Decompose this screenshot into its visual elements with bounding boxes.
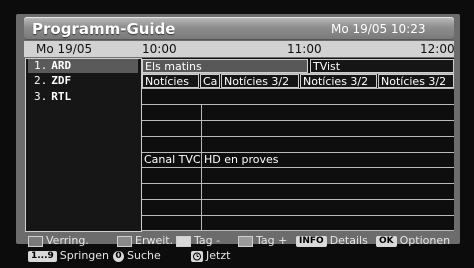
programme-noticies[interactable]: Notícies — [142, 74, 199, 88]
programme-noticies-3-2-b[interactable]: Notícies 3/2 — [300, 74, 377, 88]
channel-name: ZDF — [51, 74, 72, 87]
green-key-label: Erweit. — [135, 234, 174, 247]
blue-key-label: Tag + — [256, 234, 288, 247]
footer-ok[interactable]: OK Optionen — [376, 234, 450, 247]
zero-key-icon: 0 — [113, 250, 124, 262]
page-title: Programm-Guide — [32, 20, 176, 38]
digits-key-label: Springen — [59, 249, 110, 262]
programme-els-matins[interactable]: Els matins — [142, 59, 308, 73]
channel-number: 3. — [34, 90, 48, 103]
ok-key-label: Optionen — [399, 234, 451, 247]
channel-row-zdf[interactable]: 2. ZDF — [28, 74, 138, 88]
grid-line — [142, 120, 454, 121]
footer-blue[interactable]: Tag + — [238, 234, 287, 247]
footer-info[interactable]: INFO Details — [296, 234, 368, 247]
programme-canal-tvc[interactable]: Canal TVC — [142, 153, 201, 167]
grid-divider — [201, 104, 202, 230]
channel-row-ard[interactable]: 1. ARD — [28, 59, 138, 73]
time-label-1000: 10:00 — [142, 42, 177, 56]
current-datetime: Mo 19/05 10:23 — [331, 22, 426, 36]
grid-line — [142, 230, 454, 231]
programme-noticies-3-2-a[interactable]: Notícies 3/2 — [221, 74, 299, 88]
channel-number: 2. — [34, 74, 48, 87]
grid-line — [142, 136, 454, 137]
footer-digits[interactable]: 1...9 Springen — [28, 249, 109, 262]
digits-key-icon: 1...9 — [28, 250, 57, 262]
grid-line — [142, 199, 454, 200]
clock-icon — [193, 252, 201, 260]
channel-name: ARD — [51, 59, 72, 72]
info-key-label: Details — [329, 234, 368, 247]
channel-name: RTL — [51, 90, 72, 103]
header-date: Mo 19/05 — [36, 42, 93, 56]
footer-yellow[interactable]: Tag - — [176, 234, 220, 247]
footer-search[interactable]: 0 Suche — [113, 249, 161, 262]
grid-line — [142, 183, 454, 184]
programme-ca[interactable]: Ca — [200, 74, 220, 88]
time-label-1200: 12:00 — [420, 42, 455, 56]
clock-key-icon — [191, 250, 203, 262]
red-key-label: Verring. — [46, 234, 89, 247]
yellow-key-icon — [176, 235, 191, 247]
green-key-icon — [117, 235, 132, 247]
grid-line — [142, 104, 454, 105]
ok-key-icon: OK — [376, 235, 397, 247]
footer-red[interactable]: Verring. — [28, 234, 89, 247]
programme-noticies-3-2-c[interactable]: Notícies 3/2 — [378, 74, 454, 88]
red-key-icon — [28, 235, 43, 247]
programme-tvist[interactable]: TVist — [310, 59, 454, 73]
now-key-label: Jetzt — [206, 249, 231, 262]
channel-number: 1. — [34, 59, 48, 72]
grid-line — [142, 88, 454, 89]
programme-hd-en-proves[interactable]: HD en proves — [202, 153, 454, 167]
blue-key-icon — [238, 235, 253, 247]
footer-now[interactable]: Jetzt — [191, 249, 230, 262]
channel-row-rtl[interactable]: 3. RTL — [28, 90, 138, 104]
grid-line — [142, 167, 454, 168]
grid-line — [142, 215, 454, 216]
yellow-key-label: Tag - — [194, 234, 221, 247]
search-key-label: Suche — [127, 249, 161, 262]
info-key-icon: INFO — [296, 235, 327, 247]
time-label-1100: 11:00 — [287, 42, 322, 56]
footer-green[interactable]: Erweit. — [117, 234, 173, 247]
